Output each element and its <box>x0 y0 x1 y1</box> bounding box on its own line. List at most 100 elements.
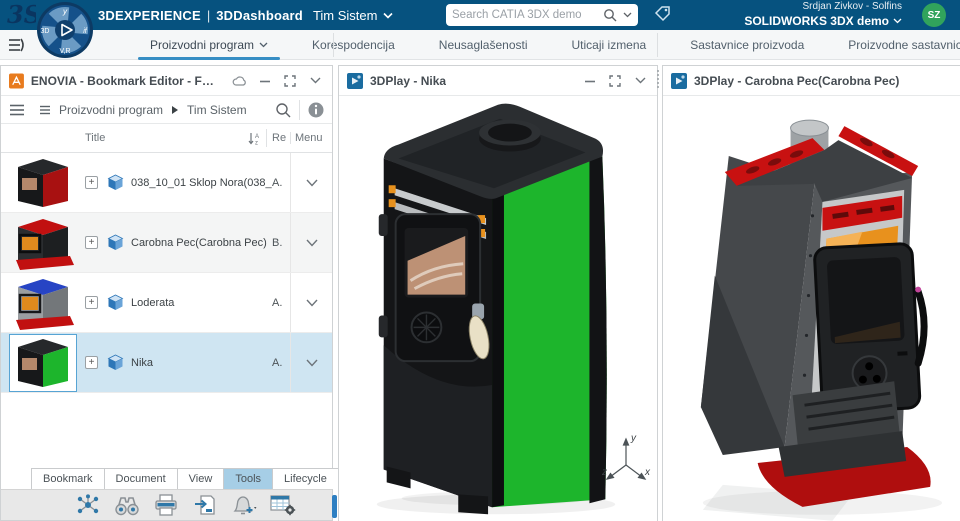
row-menu-chevron-icon[interactable] <box>306 359 318 367</box>
table-settings-icon[interactable] <box>270 493 296 517</box>
enovia-app-icon <box>9 73 24 89</box>
avatar[interactable]: SZ <box>922 3 946 27</box>
row-thumbnail[interactable] <box>1 275 85 331</box>
expand-button[interactable]: + <box>85 236 98 249</box>
tools-toolbar <box>1 489 332 520</box>
footer-tab-lifecycle[interactable]: Lifecycle <box>273 468 339 489</box>
list-icon[interactable] <box>39 105 51 115</box>
info-icon[interactable] <box>308 102 324 118</box>
export-document-icon[interactable] <box>192 493 218 517</box>
footer-tab-tools[interactable]: Tools <box>224 468 273 489</box>
maximize-icon[interactable] <box>606 72 624 90</box>
chevron-down-icon[interactable] <box>893 18 902 24</box>
search-input[interactable]: Search CATIA 3DX demo <box>446 4 638 26</box>
chevron-down-icon[interactable] <box>383 12 393 19</box>
minimize-icon[interactable] <box>581 72 599 90</box>
carobna-3d-model[interactable] <box>663 96 960 521</box>
row-thumbnail[interactable] <box>1 155 85 211</box>
tab-proizvodni-program[interactable]: Proizvodni program <box>128 30 290 60</box>
panel-toggle-icon[interactable] <box>8 37 26 53</box>
axis-x-label: x <box>644 467 651 478</box>
row-menu-chevron-icon[interactable] <box>306 179 318 187</box>
expand-button[interactable]: + <box>85 296 98 309</box>
3dexperience-compass-icon[interactable]: y 3D if V,R <box>36 1 94 59</box>
panel-title: 3DPlay - Carobna Pec(Carobna Pec) <box>694 74 899 88</box>
application-window: 3S 3DEXPERIENCE | 3DDashboard Tim Sistem… <box>0 0 960 521</box>
nika-3d-viewport[interactable]: y z x <box>339 96 657 521</box>
panel-menu-icon[interactable] <box>9 104 25 116</box>
compass-south-label: V,R <box>59 48 70 55</box>
top-bar: 3S 3DEXPERIENCE | 3DDashboard Tim Sistem… <box>0 0 960 30</box>
column-title[interactable]: Title <box>85 132 105 144</box>
row-menu-chevron-icon[interactable] <box>306 239 318 247</box>
expand-button[interactable]: + <box>85 356 98 369</box>
tab-uticaji-izmena[interactable]: Uticaji izmena <box>550 30 669 60</box>
share-network-icon[interactable] <box>75 493 101 517</box>
dashboard-name[interactable]: Tim Sistem <box>313 8 378 23</box>
tab-sastavnice-proizvoda[interactable]: Sastavnice proizvoda <box>668 30 826 60</box>
row-revision: A. <box>272 297 290 309</box>
breadcrumb-root[interactable]: Proizvodni program <box>59 103 163 117</box>
tab-neusaglasenosti[interactable]: Neusaglašenosti <box>417 30 550 60</box>
3dplay-app-icon <box>671 73 687 89</box>
footer-tab-document[interactable]: Document <box>105 468 178 489</box>
carobna-3d-viewport[interactable] <box>663 96 960 521</box>
part-cube-icon <box>107 234 124 251</box>
compass-west-label: 3D <box>41 28 50 35</box>
row-title[interactable]: Nika <box>131 357 272 369</box>
column-revision[interactable]: Re <box>272 132 290 144</box>
bookmark-editor-panel: ENOVIA - Bookmark Editor - Firm... Proiz… <box>0 65 333 521</box>
tab-proizvodne-sastavnice[interactable]: Proizvodne sastavnice <box>826 30 960 60</box>
user-menu[interactable]: Srdjan Zivkov - Solfins SOLIDWORKS 3DX d… <box>744 1 902 29</box>
breadcrumb-current[interactable]: Tim Sistem <box>187 103 247 117</box>
scrollbar-thumb[interactable] <box>332 495 337 518</box>
search-icon[interactable] <box>275 102 291 118</box>
row-revision: A. <box>272 357 290 369</box>
table-row[interactable]: + Carobna Pec(Carobna Pec) B. <box>1 213 332 273</box>
expand-button[interactable]: + <box>85 176 98 189</box>
column-menu[interactable]: Menu <box>290 132 332 144</box>
axis-triad: y z x <box>601 431 651 493</box>
row-title[interactable]: Loderata <box>131 297 272 309</box>
tag-icon[interactable] <box>653 4 673 24</box>
panel-chevron-down-icon[interactable] <box>631 72 649 90</box>
print-icon[interactable] <box>153 493 179 517</box>
row-title[interactable]: 038_10_01 Sklop Nora(038_10_0... <box>131 177 272 189</box>
3dplay-carobna-panel: 3DPlay - Carobna Pec(Carobna Pec) <box>662 65 960 521</box>
panel-title: 3DPlay - Nika <box>370 74 446 88</box>
tab-korespodencija[interactable]: Korespodencija <box>290 30 417 60</box>
row-thumbnail[interactable] <box>1 335 85 391</box>
cloud-icon[interactable] <box>231 72 249 90</box>
footer-tab-view[interactable]: View <box>178 468 225 489</box>
bookmark-footer-tabs: Bookmark Document View Tools Lifecycle <box>1 466 332 489</box>
search-icon[interactable] <box>603 8 617 22</box>
table-row-selected[interactable]: + Nika A. <box>1 333 332 393</box>
search-options-chevron-icon[interactable] <box>623 12 632 18</box>
3dplay-nika-panel: 3DPlay - Nika <box>338 65 658 521</box>
row-menu-chevron-icon[interactable] <box>306 299 318 307</box>
chevron-down-icon[interactable] <box>259 42 268 48</box>
axis-y-label: y <box>630 433 637 444</box>
3dplay-app-icon <box>347 73 363 89</box>
dashboard-tab-bar: Proizvodni program Korespodencija Neusag… <box>0 30 960 60</box>
binoculars-icon[interactable] <box>114 493 140 517</box>
maximize-icon[interactable] <box>281 72 299 90</box>
minimize-icon[interactable] <box>256 72 274 90</box>
app-name: 3DDashboard <box>216 8 303 23</box>
sort-icon[interactable]: Az <box>248 132 261 145</box>
table-header: Title Az Re Menu <box>1 124 332 153</box>
panel-chevron-down-icon[interactable] <box>306 72 324 90</box>
brand-separator: | <box>207 8 210 23</box>
brand-name: 3DEXPERIENCE <box>98 8 201 23</box>
row-title[interactable]: Carobna Pec(Carobna Pec) <box>131 237 272 249</box>
user-name: Srdjan Zivkov - Solfins <box>744 1 902 14</box>
table-row[interactable]: + 038_10_01 Sklop Nora(038_10_0... A. <box>1 153 332 213</box>
row-thumbnail[interactable] <box>1 215 85 271</box>
axis-z-label: z <box>601 467 607 478</box>
table-row[interactable]: + Loderata A. <box>1 273 332 333</box>
row-revision: A. <box>272 177 290 189</box>
footer-tab-bookmark[interactable]: Bookmark <box>31 468 105 489</box>
bell-add-icon[interactable] <box>231 493 257 517</box>
tenant-name: SOLIDWORKS 3DX demo <box>744 14 889 29</box>
panel-drag-handle[interactable] <box>655 70 661 90</box>
